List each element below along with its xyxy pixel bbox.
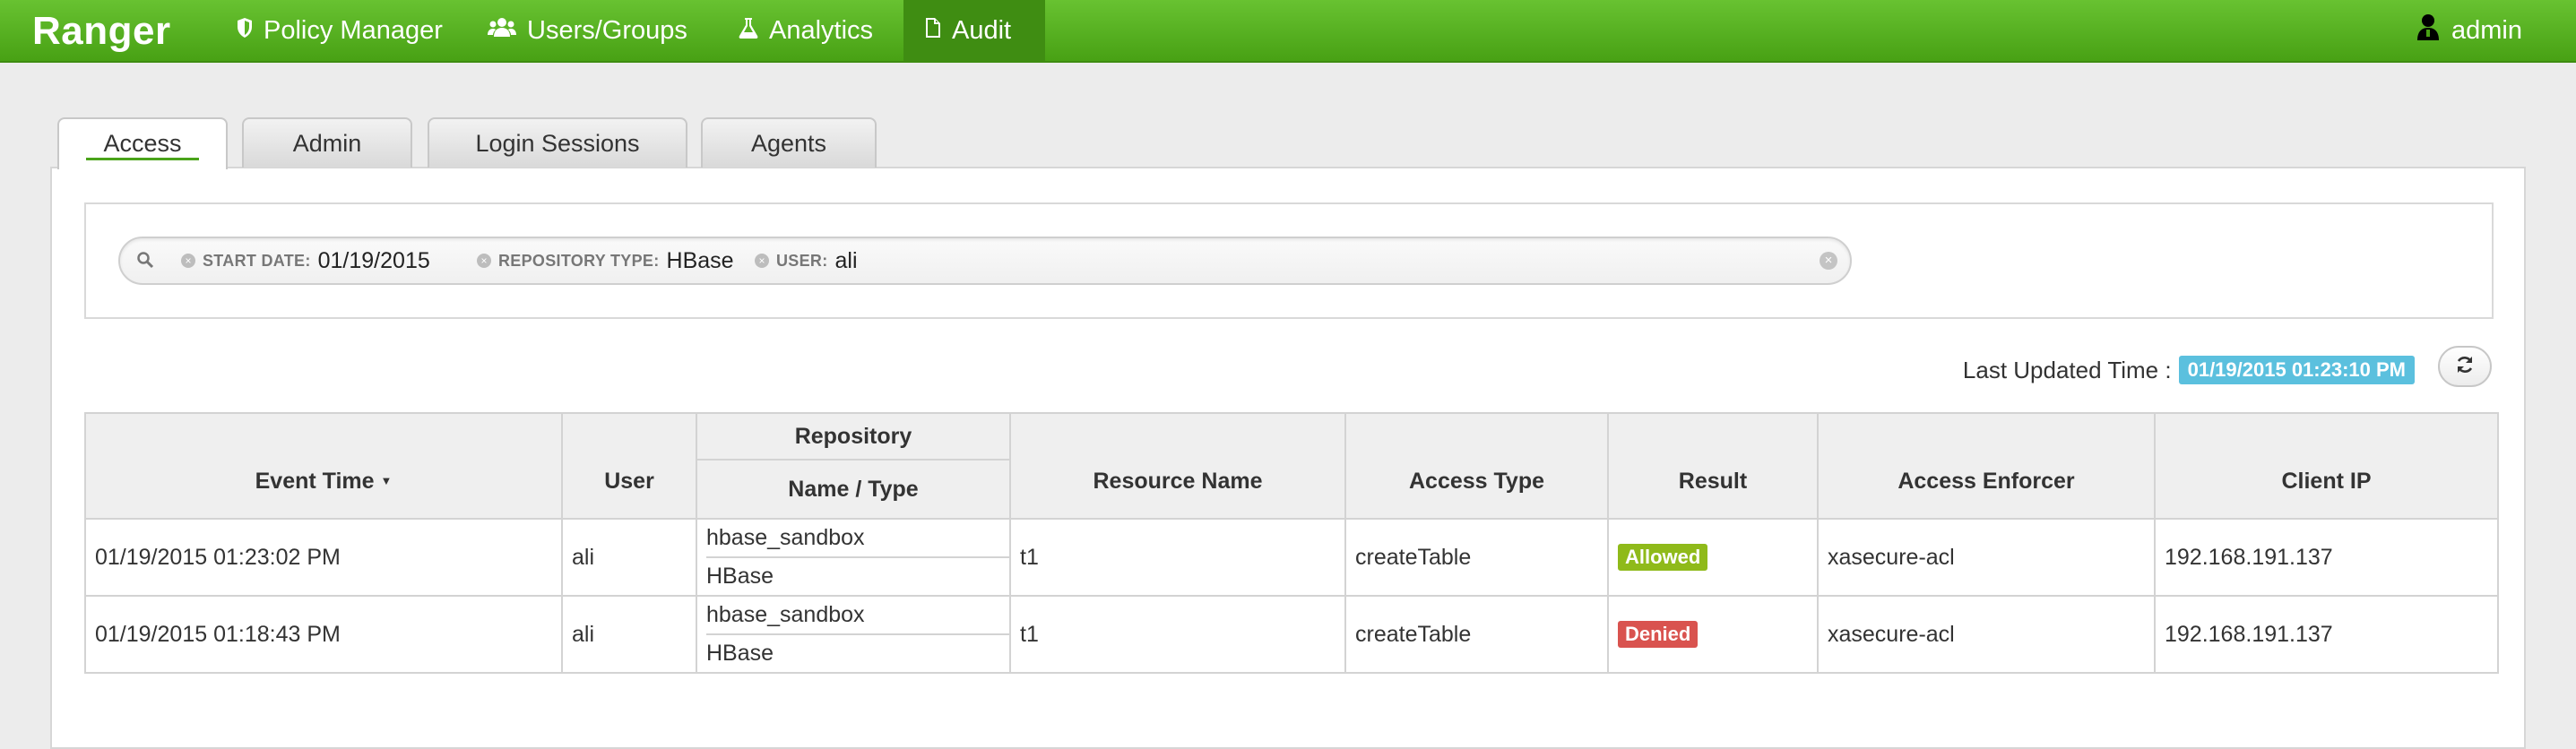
col-result[interactable]: Result (1607, 412, 1819, 520)
facet-start-date[interactable]: × START DATE: 01/19/2015 (181, 238, 430, 283)
cell-access-type: createTable (1344, 595, 1609, 674)
clear-search-icon[interactable]: × (1820, 252, 1837, 270)
user-icon (2416, 13, 2441, 47)
cell-access-enforcer: xasecure-acl (1817, 595, 2156, 674)
last-updated-time-badge: 01/19/2015 01:23:10 PM (2178, 356, 2415, 384)
search-input[interactable]: × START DATE: 01/19/2015 × REPOSITORY TY… (118, 237, 1852, 285)
facet-category: REPOSITORY TYPE: (498, 251, 660, 270)
user-name: admin (2451, 15, 2522, 45)
col-repository-group: Repository (696, 412, 1011, 461)
repository-name: hbase_sandbox (706, 521, 1009, 558)
tab-label: Login Sessions (475, 130, 640, 157)
brand-logo[interactable]: Ranger (32, 0, 171, 63)
nav-audit[interactable]: Audit (903, 0, 1045, 61)
cell-access-enforcer: xasecure-acl (1817, 518, 2156, 597)
table-row[interactable]: 01/19/2015 01:18:43 PM ali hbase_sandbox… (84, 595, 2499, 674)
cell-user: ali (561, 518, 697, 597)
col-resource-name[interactable]: Resource Name (1009, 412, 1346, 520)
audit-table: Event Time ▼ User Repository Resource Na… (84, 412, 2499, 674)
status-badge-denied: Denied (1618, 621, 1699, 648)
facet-value[interactable]: HBase (667, 248, 734, 274)
cell-event-time: 01/19/2015 01:18:43 PM (84, 595, 563, 674)
facet-category: START DATE: (203, 251, 311, 270)
cell-client-ip: 192.168.191.137 (2154, 595, 2499, 674)
status-badge-allowed: Allowed (1618, 544, 1708, 571)
remove-facet-icon[interactable]: × (181, 254, 195, 268)
cell-resource-name: t1 (1009, 518, 1346, 597)
nav-label: Policy Manager (264, 16, 443, 45)
table-row[interactable]: 01/19/2015 01:23:02 PM ali hbase_sandbox… (84, 518, 2499, 597)
cell-result: Allowed (1607, 518, 1819, 597)
user-menu[interactable]: admin (2416, 0, 2522, 61)
search-icon (136, 251, 154, 273)
tab-access[interactable]: Access (57, 117, 228, 169)
col-event-time[interactable]: Event Time ▼ (84, 412, 563, 520)
cell-event-time: 01/19/2015 01:23:02 PM (84, 518, 563, 597)
col-access-enforcer[interactable]: Access Enforcer (1817, 412, 2156, 520)
remove-facet-icon[interactable]: × (755, 254, 769, 268)
facet-value[interactable]: 01/19/2015 (318, 248, 430, 274)
nav-users-groups[interactable]: Users/Groups (466, 0, 709, 61)
last-updated: Last Updated Time : 01/19/2015 01:23:10 … (1963, 355, 2415, 385)
facet-category: USER: (776, 251, 828, 270)
cell-access-type: createTable (1344, 518, 1609, 597)
file-icon (925, 1, 941, 60)
cell-resource-name: t1 (1009, 595, 1346, 674)
nav-label: Users/Groups (527, 16, 687, 45)
top-navbar: Ranger Policy Manager Users/Groups Analy… (0, 0, 2576, 63)
col-user[interactable]: User (561, 412, 697, 520)
tab-label: Agents (750, 130, 827, 157)
cell-client-ip: 192.168.191.137 (2154, 518, 2499, 597)
repository-type: HBase (706, 641, 774, 666)
col-client-ip[interactable]: Client IP (2154, 412, 2499, 520)
refresh-icon (2455, 355, 2475, 379)
header-label: Event Time (255, 469, 375, 494)
active-tab-indicator (86, 158, 199, 160)
tab-admin[interactable]: Admin (242, 117, 412, 168)
repository-name: hbase_sandbox (706, 598, 1009, 635)
tab-label: Admin (292, 130, 362, 157)
nav-analytics[interactable]: Analytics (717, 0, 895, 61)
nav-label: Audit (952, 16, 1012, 45)
facet-repository-type[interactable]: × REPOSITORY TYPE: HBase (477, 238, 734, 283)
sort-desc-icon[interactable]: ▼ (381, 474, 393, 487)
facet-user[interactable]: × USER: ali (755, 238, 858, 283)
cell-result: Denied (1607, 595, 1819, 674)
remove-facet-icon[interactable]: × (477, 254, 491, 268)
repository-type: HBase (706, 564, 774, 589)
facet-value[interactable]: ali (835, 248, 858, 274)
users-icon (488, 1, 516, 60)
tab-agents[interactable]: Agents (701, 117, 877, 168)
tab-login-sessions[interactable]: Login Sessions (428, 117, 687, 168)
shield-icon (237, 1, 253, 60)
nav-label: Analytics (769, 16, 874, 45)
refresh-button[interactable] (2438, 346, 2492, 387)
last-updated-label: Last Updated Time : (1962, 356, 2172, 383)
nav-policy-manager[interactable]: Policy Manager (215, 0, 464, 61)
col-access-type[interactable]: Access Type (1344, 412, 1609, 520)
col-repository-name-type[interactable]: Name / Type (696, 459, 1011, 520)
cell-user: ali (561, 595, 697, 674)
tab-label: Access (103, 130, 182, 157)
cell-repository: hbase_sandbox HBase (696, 595, 1011, 674)
cell-repository: hbase_sandbox HBase (696, 518, 1011, 597)
flask-icon (739, 1, 758, 60)
